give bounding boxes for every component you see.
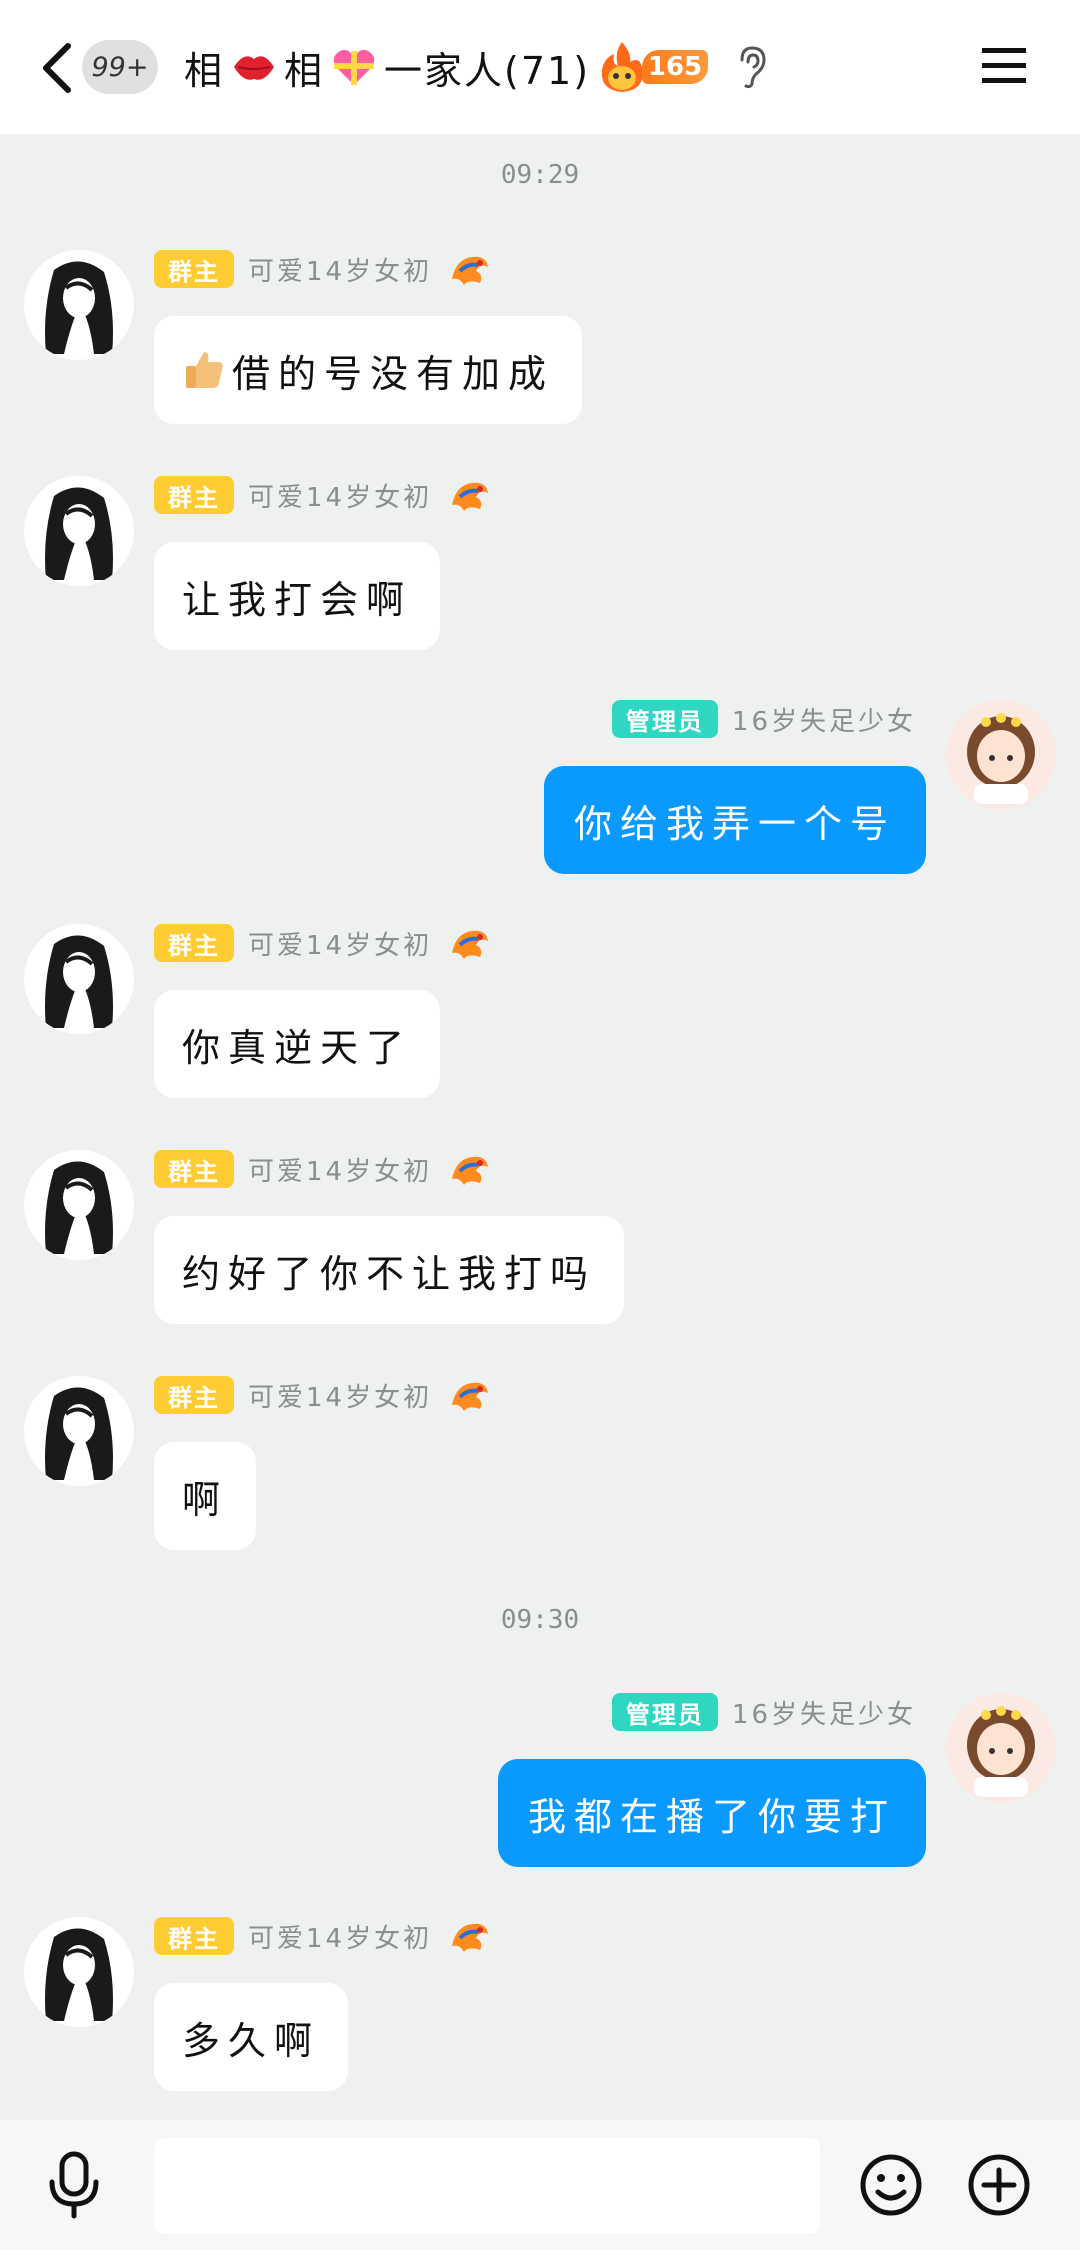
avatar[interactable] bbox=[946, 700, 1056, 810]
lips-emoji bbox=[234, 56, 275, 80]
sender-meta: 群主 可爱14岁女初 bbox=[154, 1150, 492, 1188]
sender-meta: 群主 可爱14岁女初 bbox=[154, 1917, 492, 1955]
sender-meta: 群主 可爱14岁女初 bbox=[154, 250, 492, 288]
fire-count: 165 bbox=[642, 50, 708, 84]
owner-badge: 群主 bbox=[154, 250, 234, 288]
menu-icon[interactable] bbox=[980, 44, 1028, 88]
dragon-icon bbox=[452, 1156, 489, 1185]
sender-meta: 群主 可爱14岁女初 bbox=[154, 476, 492, 514]
owner-badge: 群主 bbox=[154, 924, 234, 962]
sender-name[interactable]: 16岁失足少女 bbox=[732, 701, 916, 738]
heart-gift-emoji bbox=[333, 49, 375, 85]
sender-name[interactable]: 可爱14岁女初 bbox=[248, 477, 432, 514]
sender-meta: 管理员 16岁失足少女 bbox=[611, 700, 916, 738]
message-text: 你真逆天了 bbox=[182, 1025, 413, 1070]
smiley-icon[interactable] bbox=[858, 2152, 924, 2218]
sender-name[interactable]: 可爱14岁女初 bbox=[248, 1151, 432, 1188]
input-bar bbox=[0, 2120, 1080, 2250]
message-text: 多久啊 bbox=[182, 2018, 321, 2063]
group-title-part3: 一家人(71) bbox=[384, 48, 591, 93]
message-timestamp: 09:30 bbox=[500, 1605, 580, 1635]
message-input[interactable] bbox=[154, 2138, 820, 2234]
group-title[interactable]: 相 相 一家人(71) bbox=[184, 36, 590, 98]
admin-badge: 管理员 bbox=[611, 1693, 718, 1731]
avatar[interactable] bbox=[24, 1150, 134, 1260]
message-text: 借的号没有加成 bbox=[232, 351, 555, 396]
microphone-icon[interactable] bbox=[46, 2150, 102, 2220]
group-title-part2: 相 bbox=[284, 48, 325, 93]
group-title-part1: 相 bbox=[184, 48, 225, 93]
admin-badge: 管理员 bbox=[611, 700, 718, 738]
message-text: 约好了你不让我打吗 bbox=[182, 1251, 597, 1296]
message-bubble-self[interactable]: 你给我弄一个号 bbox=[543, 766, 926, 874]
ear-icon[interactable] bbox=[734, 44, 768, 90]
dragon-icon bbox=[452, 1923, 489, 1952]
dragon-icon bbox=[452, 930, 489, 959]
owner-badge: 群主 bbox=[154, 1917, 234, 1955]
sender-name[interactable]: 可爱14岁女初 bbox=[248, 925, 432, 962]
message-timestamp: 09:29 bbox=[500, 160, 580, 190]
sender-meta: 群主 可爱14岁女初 bbox=[154, 1376, 492, 1414]
back-icon[interactable] bbox=[38, 40, 78, 96]
owner-badge: 群主 bbox=[154, 476, 234, 514]
chat-header: 99+ 相 相 一家人(71) 165 bbox=[0, 0, 1080, 134]
dragon-icon bbox=[452, 1382, 489, 1411]
sender-meta: 管理员 16岁失足少女 bbox=[611, 1693, 916, 1731]
sender-name[interactable]: 可爱14岁女初 bbox=[248, 251, 432, 288]
group-fire-badge[interactable]: 165 bbox=[592, 38, 714, 96]
message-text: 我都在播了你要打 bbox=[527, 1794, 896, 1839]
message-bubble[interactable]: 多久啊 bbox=[154, 1983, 349, 2091]
message-bubble[interactable]: 约好了你不让我打吗 bbox=[154, 1216, 625, 1324]
owner-badge: 群主 bbox=[154, 1376, 234, 1414]
avatar[interactable] bbox=[24, 924, 134, 1034]
message-bubble[interactable]: 借的号没有加成 bbox=[154, 316, 583, 424]
dragon-icon bbox=[452, 256, 489, 285]
message-text: 你给我弄一个号 bbox=[573, 801, 896, 846]
avatar[interactable] bbox=[24, 476, 134, 586]
message-bubble[interactable]: 让我打会啊 bbox=[154, 542, 441, 650]
avatar[interactable] bbox=[24, 1376, 134, 1486]
message-bubble[interactable]: 啊 bbox=[154, 1442, 257, 1550]
message-bubble-self[interactable]: 我都在播了你要打 bbox=[497, 1759, 926, 1867]
avatar[interactable] bbox=[24, 1917, 134, 2027]
message-bubble[interactable]: 你真逆天了 bbox=[154, 990, 441, 1098]
sender-name[interactable]: 16岁失足少女 bbox=[732, 1694, 916, 1731]
unread-count-badge[interactable]: 99+ bbox=[82, 40, 158, 94]
avatar[interactable] bbox=[24, 250, 134, 360]
plus-circle-icon[interactable] bbox=[966, 2152, 1032, 2218]
sender-name[interactable]: 可爱14岁女初 bbox=[248, 1377, 432, 1414]
owner-badge: 群主 bbox=[154, 1150, 234, 1188]
sender-meta: 群主 可爱14岁女初 bbox=[154, 924, 492, 962]
avatar[interactable] bbox=[946, 1693, 1056, 1803]
message-text: 啊 bbox=[182, 1477, 229, 1522]
message-text: 让我打会啊 bbox=[182, 577, 413, 622]
sender-name[interactable]: 可爱14岁女初 bbox=[248, 1918, 432, 1955]
dragon-icon bbox=[452, 482, 489, 511]
thumbs-up-emoji bbox=[186, 352, 223, 388]
